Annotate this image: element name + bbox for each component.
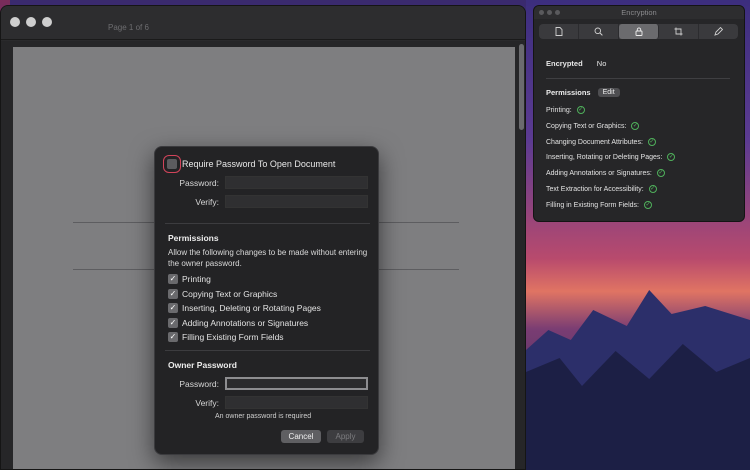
inspector-divider — [546, 78, 730, 79]
permission-label: Printing — [182, 274, 211, 284]
permission-pages[interactable]: ✓ Inserting, Deleting or Rotating Pages — [168, 303, 321, 313]
allowed-check-icon: ✓ — [647, 138, 656, 146]
inspector-permission-row: Text Extraction for Accessibility: ✓ — [546, 185, 657, 193]
owner-password-heading: Owner Password — [168, 360, 237, 370]
search-icon — [594, 27, 603, 36]
inspector-window: Encryption Encrypted No Permissions Edit… — [533, 5, 745, 222]
checkbox-checked-icon[interactable]: ✓ — [168, 303, 178, 313]
require-password-label: Require Password To Open Document — [182, 159, 336, 169]
require-password-checkbox[interactable] — [163, 155, 181, 173]
allowed-check-icon: ✓ — [656, 169, 665, 177]
permission-name: Adding Annotations or Signatures: — [546, 169, 652, 177]
checkbox-checked-icon[interactable]: ✓ — [168, 289, 178, 299]
permissions-description: Allow the following changes to be made w… — [168, 248, 368, 268]
tab-annotations[interactable] — [699, 24, 738, 39]
checkbox-checked-icon[interactable]: ✓ — [168, 274, 178, 284]
inspector-permission-row: Changing Document Attributes: ✓ — [546, 138, 656, 146]
permissions-heading: Permissions — [168, 233, 219, 243]
encrypted-status-row: Encrypted No — [546, 59, 606, 68]
inspector-permission-row: Printing: ✓ — [546, 106, 585, 114]
owner-verify-field[interactable] — [225, 396, 368, 409]
permission-name: Printing: — [546, 106, 572, 114]
permission-name: Copying Text or Graphics: — [546, 122, 627, 130]
tab-crop[interactable] — [659, 24, 699, 39]
owner-password-row: Password: — [165, 377, 368, 390]
allowed-check-icon: ✓ — [643, 201, 652, 209]
zoom-window-button[interactable] — [555, 10, 560, 15]
permission-label: Copying Text or Graphics — [182, 289, 278, 299]
require-password-row[interactable]: Require Password To Open Document — [163, 155, 336, 173]
zoom-window-button[interactable] — [42, 17, 52, 27]
open-password-label: Password: — [179, 177, 219, 188]
document-titlebar: Page 1 of 6 — [1, 6, 525, 40]
inspector-title: Encryption — [621, 8, 657, 17]
encrypted-label: Encrypted — [546, 59, 583, 68]
cancel-button[interactable]: Cancel — [281, 430, 321, 443]
permission-name: Changing Document Attributes: — [546, 138, 643, 146]
encryption-sheet: Require Password To Open Document Passwo… — [154, 146, 379, 455]
tab-search[interactable] — [579, 24, 619, 39]
inspector-permission-row: Copying Text or Graphics: ✓ — [546, 122, 640, 130]
open-password-field[interactable] — [225, 176, 368, 189]
tab-encryption[interactable] — [619, 24, 659, 39]
permission-label: Adding Annotations or Signatures — [182, 318, 309, 328]
inspector-permission-row: Adding Annotations or Signatures: ✓ — [546, 169, 665, 177]
permission-copying[interactable]: ✓ Copying Text or Graphics — [168, 289, 277, 299]
open-verify-field[interactable] — [225, 195, 368, 208]
owner-verify-row: Verify: — [165, 396, 368, 409]
minimize-window-button[interactable] — [547, 10, 552, 15]
inspector-permissions-header: Permissions Edit — [546, 88, 620, 97]
encrypted-value: No — [596, 59, 607, 68]
document-icon — [555, 27, 562, 36]
tab-general-info[interactable] — [539, 24, 579, 39]
sheet-divider — [165, 223, 370, 224]
permission-name: Inserting, Rotating or Deleting Pages: — [546, 153, 663, 161]
close-window-button[interactable] — [10, 17, 20, 27]
minimize-window-button[interactable] — [26, 17, 36, 27]
permission-printing[interactable]: ✓ Printing — [168, 274, 211, 284]
crop-icon — [674, 27, 683, 36]
sheet-divider — [165, 350, 370, 351]
permission-label: Filling Existing Form Fields — [182, 332, 284, 342]
inspector-permissions-label: Permissions — [546, 88, 591, 97]
checkbox-checked-icon[interactable]: ✓ — [168, 332, 178, 342]
page-indicator: Page 1 of 6 — [108, 23, 149, 32]
permission-form-fields[interactable]: ✓ Filling Existing Form Fields — [168, 332, 284, 342]
permission-name: Filling in Existing Form Fields: — [546, 201, 639, 209]
pencil-icon — [714, 27, 723, 36]
permission-annotations[interactable]: ✓ Adding Annotations or Signatures — [168, 318, 308, 328]
checkbox-checked-icon[interactable]: ✓ — [168, 318, 178, 328]
inspector-permission-row: Filling in Existing Form Fields: ✓ — [546, 201, 652, 209]
inspector-titlebar: Encryption — [534, 6, 744, 19]
vertical-scrollbar[interactable] — [519, 44, 524, 130]
allowed-check-icon: ✓ — [631, 122, 640, 130]
inspector-permission-row: Inserting, Rotating or Deleting Pages: ✓ — [546, 153, 676, 161]
owner-password-label: Password: — [179, 378, 219, 389]
allowed-check-icon: ✓ — [648, 185, 657, 193]
permission-label: Inserting, Deleting or Rotating Pages — [182, 303, 321, 313]
apply-button[interactable]: Apply — [327, 430, 364, 443]
owner-password-hint: An owner password is required — [215, 413, 312, 420]
open-verify-label: Verify: — [195, 196, 219, 207]
allowed-check-icon: ✓ — [667, 153, 676, 161]
permission-name: Text Extraction for Accessibility: — [546, 185, 644, 193]
allowed-check-icon: ✓ — [576, 106, 585, 114]
inspector-tab-bar — [539, 24, 738, 39]
open-verify-row: Verify: — [165, 195, 368, 208]
lock-icon — [635, 27, 642, 36]
open-password-row: Password: — [165, 176, 368, 189]
edit-permissions-button[interactable]: Edit — [597, 88, 620, 97]
owner-verify-label: Verify: — [195, 397, 219, 408]
owner-password-field[interactable] — [225, 377, 368, 390]
close-window-button[interactable] — [539, 10, 544, 15]
